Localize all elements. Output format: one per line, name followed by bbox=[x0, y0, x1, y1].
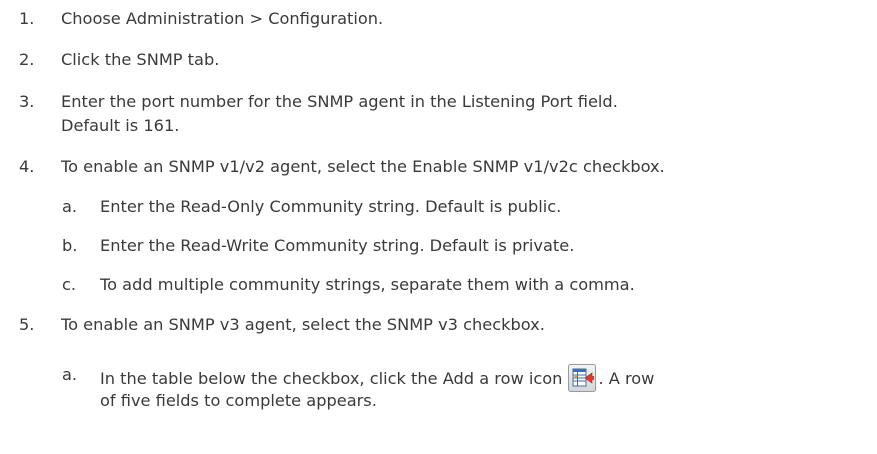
substep-letter: a. bbox=[62, 365, 78, 384]
step-text: Enter the port number for the SNMP agent… bbox=[61, 92, 618, 111]
instruction-list: 1. Choose Administration > Configuration… bbox=[0, 0, 877, 454]
step-number: 1. bbox=[19, 9, 35, 28]
substep-letter: c. bbox=[62, 275, 77, 294]
substep-text: Enter the Read-Only Community string. De… bbox=[100, 197, 562, 216]
step-number: 5. bbox=[19, 315, 35, 334]
step-number: 2. bbox=[19, 50, 35, 69]
substep-text-continued: of five fields to complete appears. bbox=[100, 391, 377, 410]
add-row-icon bbox=[568, 364, 597, 392]
substep-text: In the table below the checkbox, click t… bbox=[100, 364, 654, 392]
substep-letter: a. bbox=[62, 197, 78, 216]
substep-text: To add multiple community strings, separ… bbox=[100, 275, 635, 294]
substep-text-after-icon: . A row bbox=[598, 369, 655, 388]
step-3-continuation: Default is 161. bbox=[61, 115, 179, 137]
step-text: To enable an SNMP v1/v2 agent, select th… bbox=[61, 157, 665, 176]
substep-text: Enter the Read-Write Community string. D… bbox=[100, 236, 575, 255]
substep-text-before-icon: In the table below the checkbox, click t… bbox=[100, 369, 563, 388]
substep-letter: b. bbox=[62, 236, 78, 255]
substep-5a-continuation: of five fields to complete appears. bbox=[100, 390, 377, 412]
step-number: 4. bbox=[19, 157, 35, 176]
step-text: To enable an SNMP v3 agent, select the S… bbox=[61, 315, 545, 334]
step-number: 3. bbox=[19, 92, 35, 111]
step-text: Choose Administration > Configuration. bbox=[61, 9, 384, 28]
step-text-continued: Default is 161. bbox=[61, 116, 180, 135]
step-text: Click the SNMP tab. bbox=[61, 50, 220, 69]
